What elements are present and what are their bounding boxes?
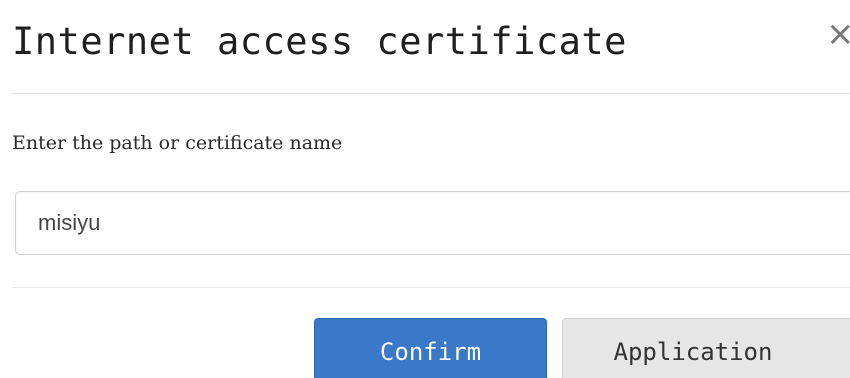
certificate-input[interactable] xyxy=(16,192,850,254)
certificate-field-label: Enter the path or certificate name xyxy=(12,132,343,154)
close-icon[interactable]: × xyxy=(826,14,850,54)
application-button[interactable]: Application xyxy=(562,318,850,378)
certificate-input-container[interactable] xyxy=(15,191,850,255)
confirm-button[interactable]: Confirm xyxy=(314,318,547,378)
header-divider xyxy=(12,93,850,94)
footer-divider xyxy=(12,287,850,288)
certificate-dialog: Internet access certificate × Enter the … xyxy=(0,0,850,378)
dialog-title: Internet access certificate xyxy=(12,20,627,63)
